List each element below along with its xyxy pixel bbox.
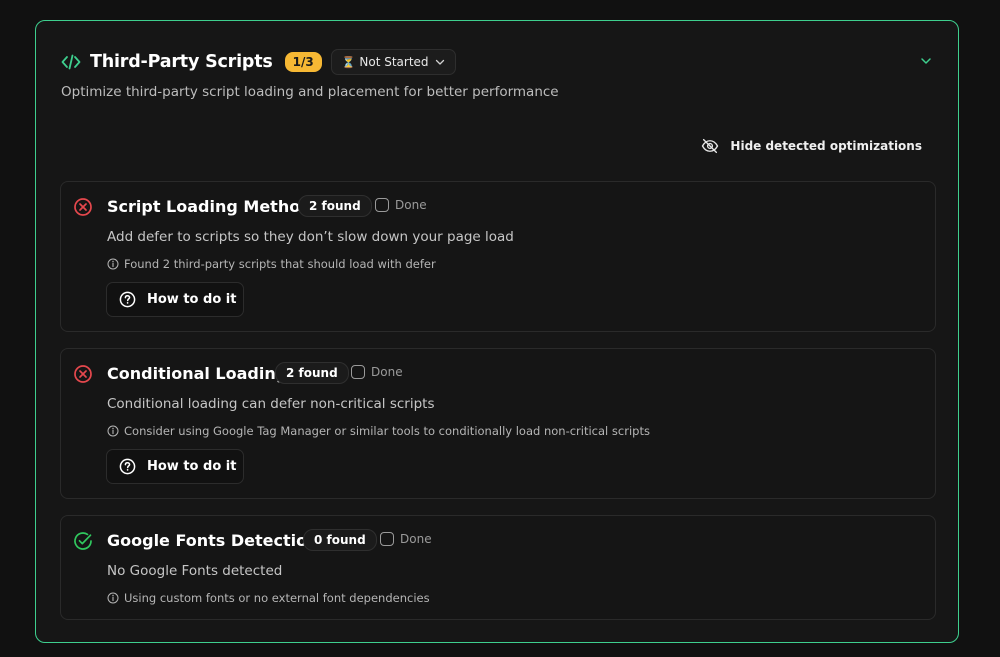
collapse-chevron-icon[interactable] [920,55,932,67]
check-note: Consider using Google Tag Manager or sim… [107,424,650,438]
check-description: Conditional loading can defer non-critic… [107,396,435,412]
done-checkbox[interactable]: Done [351,365,403,379]
found-count-badge: 0 found [303,529,377,551]
found-count-badge: 2 found [275,362,349,384]
check-card-script-loading-method: Script Loading Method 2 found Done Add d… [60,181,936,332]
checkbox-box[interactable] [380,532,394,546]
check-card-conditional-loading: Conditional Loading 2 found Done Conditi… [60,348,936,499]
done-checkbox[interactable]: Done [380,532,432,546]
check-note-text: Consider using Google Tag Manager or sim… [124,424,650,438]
check-description: No Google Fonts detected [107,563,283,579]
hide-optimizations-toggle[interactable]: Hide detected optimizations [701,137,922,155]
question-circle-icon [119,291,136,308]
x-circle-icon [74,365,92,383]
check-title: Conditional Loading [107,364,288,383]
check-note: Using custom fonts or no external font d… [107,591,430,605]
how-to-label: How to do it [147,292,237,307]
section-header: Third-Party Scripts 1/3 ⏳ Not Started [61,49,456,75]
check-note: Found 2 third-party scripts that should … [107,257,436,271]
third-party-scripts-panel: Third-Party Scripts 1/3 ⏳ Not Started Op… [35,20,959,643]
how-to-do-it-button[interactable]: How to do it [106,282,244,317]
done-label: Done [371,365,403,379]
checkbox-box[interactable] [351,365,365,379]
progress-badge: 1/3 [284,52,322,72]
how-to-do-it-button[interactable]: How to do it [106,449,244,484]
x-circle-icon [74,198,92,216]
status-dropdown[interactable]: ⏳ Not Started [330,49,456,75]
chevron-down-icon [435,59,444,65]
section-title: Third-Party Scripts [90,52,273,72]
done-checkbox[interactable]: Done [375,198,427,212]
info-icon [107,592,119,604]
eye-off-icon [702,138,719,154]
found-count-badge: 2 found [298,195,372,217]
code-icon [61,54,81,70]
question-circle-icon [119,458,136,475]
checkbox-box[interactable] [375,198,389,212]
hourglass-icon: ⏳ [341,55,356,69]
check-note-text: Using custom fonts or no external font d… [124,591,430,605]
info-icon [107,425,119,437]
done-label: Done [395,198,427,212]
done-label: Done [400,532,432,546]
check-description: Add defer to scripts so they don’t slow … [107,229,514,245]
hide-optimizations-label: Hide detected optimizations [730,139,922,153]
check-circle-icon [74,532,92,550]
check-card-google-fonts-detection: Google Fonts Detection 0 found Done No G… [60,515,936,620]
check-title: Google Fonts Detection [107,531,319,550]
check-title: Script Loading Method [107,197,312,216]
check-note-text: Found 2 third-party scripts that should … [124,257,436,271]
info-icon [107,258,119,270]
status-label: Not Started [359,55,429,69]
section-subtitle: Optimize third-party script loading and … [61,84,559,100]
how-to-label: How to do it [147,459,237,474]
